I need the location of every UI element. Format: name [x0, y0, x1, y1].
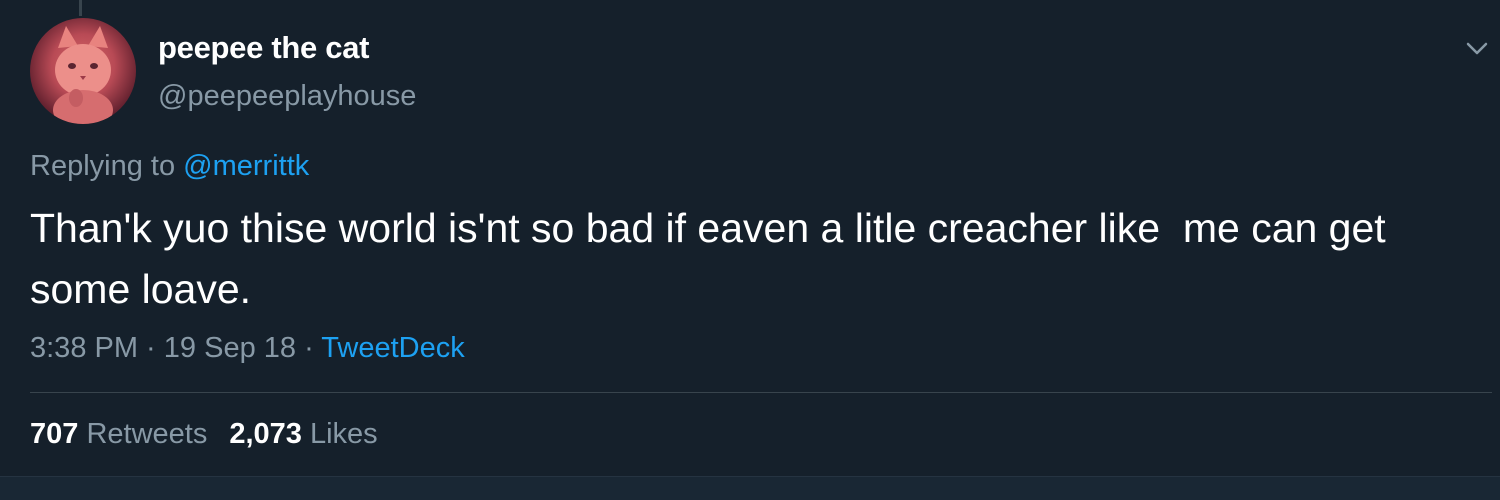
tweet-date[interactable]: 19 Sep 18	[164, 332, 296, 364]
cat-avatar-icon	[53, 26, 113, 124]
tweet-metadata: 3:38 PM · 19 Sep 18 · TweetDeck	[30, 332, 465, 365]
replying-to: Replying to @merrittk	[30, 150, 309, 183]
retweets-label: Retweets	[78, 418, 208, 450]
tweet-stats: 707 Retweets 2,073 Likes	[30, 418, 400, 451]
avatar[interactable]	[30, 18, 136, 124]
tweet-source-link[interactable]: TweetDeck	[321, 332, 464, 364]
tweet-card: peepee the cat @peepeeplayhouse Replying…	[0, 0, 1500, 500]
action-bar-edge	[0, 476, 1500, 500]
tweet-time[interactable]: 3:38 PM	[30, 332, 138, 364]
divider	[30, 392, 1492, 393]
user-handle[interactable]: @peepeeplayhouse	[158, 80, 416, 113]
tweet-text: Than'k yuo thise world is'nt so bad if e…	[30, 205, 1398, 312]
retweets-stat[interactable]: 707 Retweets	[30, 418, 207, 450]
replying-to-label: Replying to	[30, 150, 184, 182]
chevron-down-icon[interactable]	[1462, 36, 1492, 60]
retweets-count: 707	[30, 418, 79, 450]
likes-label: Likes	[301, 418, 378, 450]
meta-separator: ·	[296, 332, 322, 364]
display-name[interactable]: peepee the cat	[158, 30, 369, 66]
meta-separator: ·	[138, 332, 164, 364]
reply-mention-link[interactable]: @merrittk	[183, 150, 309, 182]
likes-stat[interactable]: 2,073 Likes	[229, 418, 377, 450]
thread-connector-line	[79, 0, 82, 16]
likes-count: 2,073	[229, 418, 302, 450]
